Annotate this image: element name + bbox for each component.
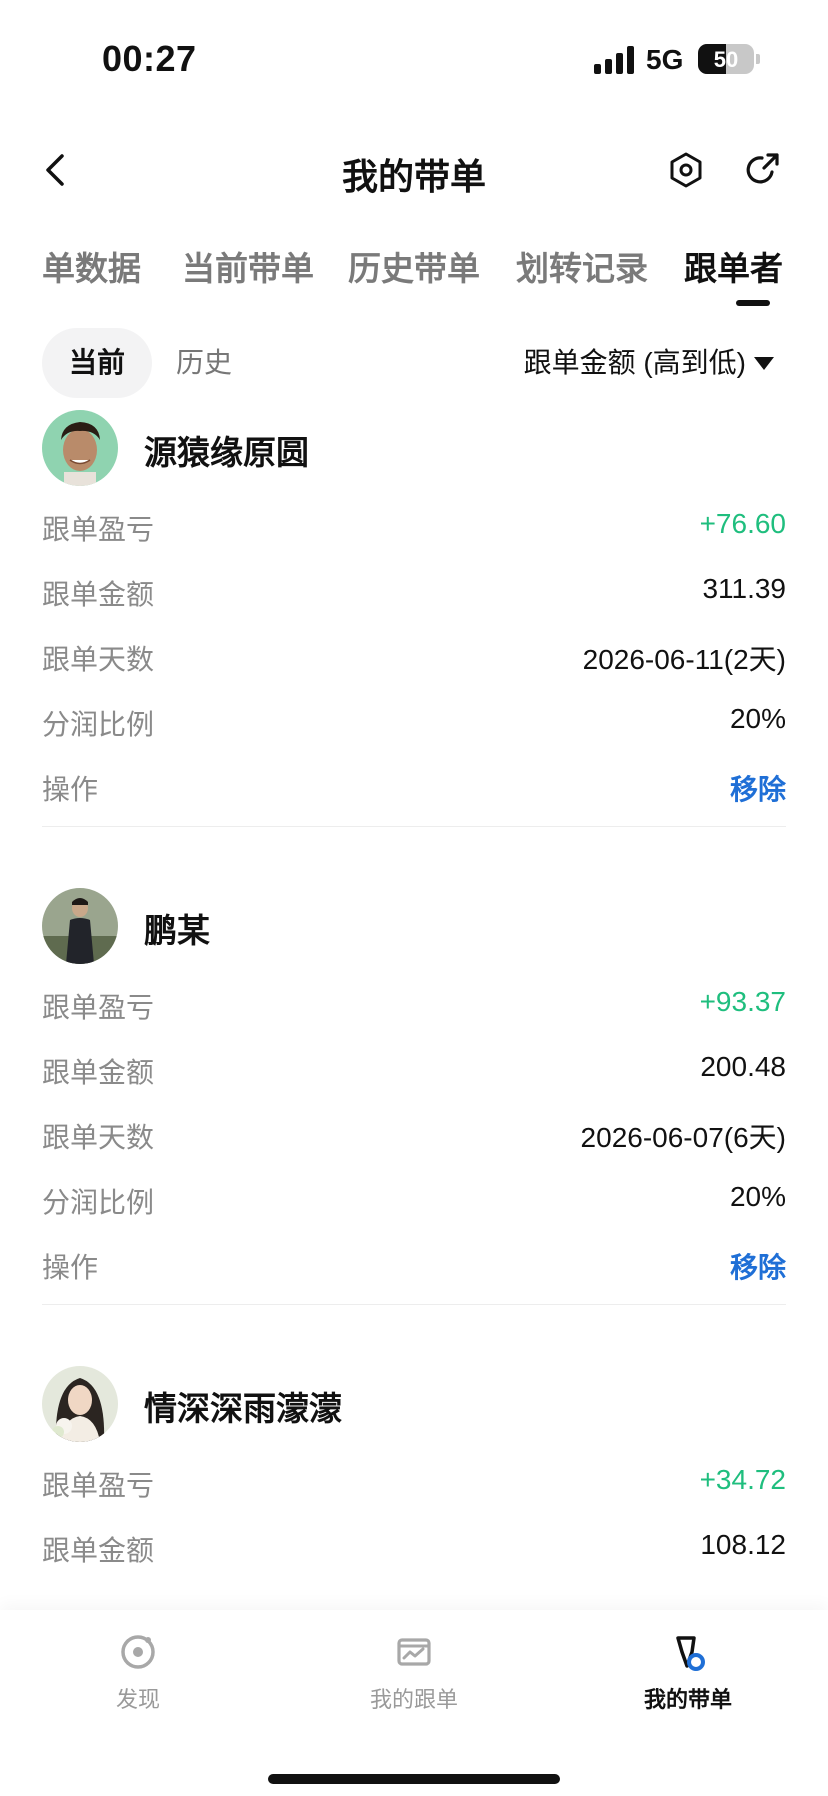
- row-label: 跟单天数: [42, 1122, 155, 1153]
- row-value: +93.37: [699, 986, 786, 1017]
- follower-name: 情深深雨濛濛: [144, 1390, 342, 1427]
- row-label: 跟单金额: [42, 1535, 155, 1566]
- discover-icon: [121, 1635, 155, 1669]
- status-time: 00:27: [102, 38, 197, 79]
- signal-icon: [594, 46, 636, 74]
- follow-days-row: 跟单天数 2026-06-11(2天): [42, 620, 786, 685]
- row-label: 分润比例: [42, 1187, 155, 1218]
- remove-button[interactable]: 移除: [730, 1246, 786, 1286]
- network-type: 5G: [646, 44, 684, 75]
- tab-indicator: [736, 300, 770, 306]
- avatar[interactable]: [42, 888, 118, 964]
- tab-history-lead[interactable]: 历史带单: [348, 242, 480, 290]
- nav-my-follows[interactable]: 我的跟单: [334, 1630, 494, 1714]
- subtab-history[interactable]: 历史: [176, 328, 232, 398]
- row-value: 20%: [729, 703, 786, 734]
- follow-pnl-row: 跟单盈亏 +34.72: [42, 1446, 786, 1511]
- row-label: 操作: [42, 1252, 99, 1283]
- profit-share-row: 分润比例 20%: [42, 685, 786, 750]
- sub-tab-bar: 当前 历史 跟单金额 (高到低): [0, 328, 828, 400]
- nav-label: 我的跟单: [369, 1687, 458, 1712]
- row-value: 200.48: [700, 1051, 786, 1082]
- follow-amount-row: 跟单金额 108.12: [42, 1511, 786, 1576]
- follower-card: 情深深雨濛濛 跟单盈亏 +34.72 跟单金额 108.12: [42, 1366, 786, 1576]
- row-label: 跟单金额: [42, 579, 155, 610]
- subtab-current[interactable]: 当前: [42, 328, 152, 398]
- battery-level: 50: [713, 47, 739, 72]
- tab-transfer-records[interactable]: 划转记录: [516, 242, 648, 290]
- follower-card: 源猿缘原圆 跟单盈亏 +76.60 跟单金额 311.39 跟单天数 2026-…: [42, 410, 786, 815]
- battery-icon: 50: [698, 44, 754, 74]
- avatar[interactable]: [42, 410, 118, 486]
- nav-discover[interactable]: 发现: [58, 1630, 218, 1714]
- nav-label: 发现: [115, 1687, 160, 1712]
- follow-amount-row: 跟单金额 311.39: [42, 555, 786, 620]
- follow-amount-row: 跟单金额 200.48: [42, 1033, 786, 1098]
- lead-trade-icon: [676, 1636, 705, 1671]
- hexagon-settings-icon[interactable]: [666, 150, 706, 190]
- row-label: 跟单盈亏: [42, 1470, 155, 1501]
- tab-data[interactable]: 单数据: [42, 242, 141, 290]
- caret-down-icon[interactable]: [754, 357, 774, 370]
- action-row: 操作 移除: [42, 1228, 786, 1293]
- tab-current-lead[interactable]: 当前带单: [182, 242, 314, 290]
- home-indicator: [268, 1774, 560, 1784]
- nav-my-leads[interactable]: 我的带单: [608, 1630, 768, 1714]
- follow-days-row: 跟单天数 2026-06-07(6天): [42, 1098, 786, 1163]
- row-value: +76.60: [699, 508, 786, 539]
- follower-header: 源猿缘原圆: [42, 410, 786, 490]
- row-value: 2026-06-07(6天): [580, 1122, 786, 1153]
- row-label: 跟单盈亏: [42, 514, 155, 545]
- share-icon[interactable]: [742, 150, 782, 190]
- avatar[interactable]: [42, 1366, 118, 1442]
- nav-label: 我的带单: [643, 1687, 732, 1712]
- follower-name: 源猿缘原圆: [144, 434, 309, 471]
- battery-nub: [756, 54, 760, 64]
- divider: [42, 826, 786, 827]
- follow-pnl-row: 跟单盈亏 +93.37: [42, 968, 786, 1033]
- divider: [42, 1304, 786, 1305]
- row-label: 跟单天数: [42, 644, 155, 675]
- follower-card: 鹏某 跟单盈亏 +93.37 跟单金额 200.48 跟单天数 2026-06-…: [42, 888, 786, 1293]
- bottom-nav: 发现 我的跟单 我的带单: [0, 1610, 828, 1796]
- row-label: 操作: [42, 774, 99, 805]
- row-label: 跟单盈亏: [42, 992, 155, 1023]
- sort-dropdown[interactable]: 跟单金额 (高到低): [524, 328, 746, 398]
- row-value: +34.72: [699, 1464, 786, 1495]
- profit-share-row: 分润比例 20%: [42, 1163, 786, 1228]
- row-label: 跟单金额: [42, 1057, 155, 1088]
- remove-button[interactable]: 移除: [730, 768, 786, 808]
- status-bar: 00:27 5G 50: [0, 0, 828, 120]
- row-value: 2026-06-11(2天): [582, 644, 786, 675]
- row-value: 108.12: [700, 1529, 786, 1560]
- chart-icon: [397, 1638, 431, 1666]
- action-row: 操作 移除: [42, 750, 786, 815]
- follow-pnl-row: 跟单盈亏 +76.60: [42, 490, 786, 555]
- follower-name: 鹏某: [144, 912, 210, 949]
- row-value: 311.39: [702, 573, 786, 604]
- tab-bar: 单数据 当前带单 历史带单 划转记录 跟单者: [0, 236, 828, 308]
- row-value: 20%: [729, 1181, 786, 1212]
- nav-header: 我的带单: [0, 130, 828, 210]
- follower-header: 鹏某: [42, 888, 786, 968]
- follower-header: 情深深雨濛濛: [42, 1366, 786, 1446]
- row-label: 分润比例: [42, 709, 155, 740]
- tab-followers[interactable]: 跟单者: [684, 242, 783, 290]
